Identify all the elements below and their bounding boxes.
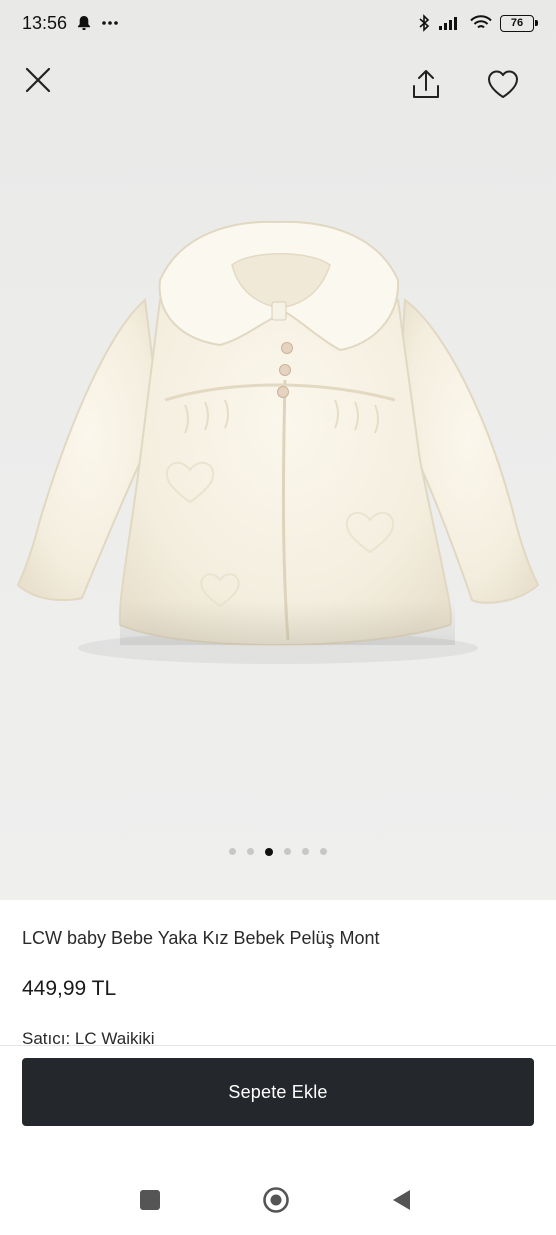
pagination-dot[interactable]	[284, 848, 291, 855]
home-icon[interactable]	[262, 1186, 290, 1214]
status-bar: 13:56 76	[0, 0, 556, 46]
close-icon	[25, 67, 51, 93]
share-button[interactable]	[404, 62, 448, 106]
product-image	[16, 220, 540, 664]
pagination-dot[interactable]	[320, 848, 327, 855]
product-price: 449,99 TL	[22, 977, 117, 1000]
pagination-dot[interactable]	[302, 848, 309, 855]
pagination-dot-active[interactable]	[265, 847, 273, 856]
gallery-pagination[interactable]	[0, 847, 556, 856]
pagination-dot[interactable]	[247, 848, 254, 855]
seller-row[interactable]: Satıcı: LC Waikiki	[22, 1029, 155, 1049]
battery-icon: 76	[500, 14, 538, 32]
heart-icon	[488, 70, 518, 98]
divider	[0, 1045, 556, 1046]
back-icon[interactable]	[390, 1188, 414, 1212]
signal-icon	[439, 17, 457, 30]
clock: 13:56	[22, 12, 68, 33]
add-to-cart-label: Sepete Ekle	[228, 1081, 328, 1102]
wifi-icon	[470, 15, 492, 29]
product-title: LCW baby Bebe Yaka Kız Bebek Pelüş Mont	[22, 928, 380, 948]
notification-bell-icon	[78, 16, 91, 30]
product-gallery[interactable]: 13:56 76	[0, 0, 556, 900]
add-to-cart-button[interactable]: Sepete Ekle	[22, 1058, 534, 1126]
recent-apps-icon[interactable]	[140, 1190, 160, 1210]
battery-level: 76	[510, 17, 524, 29]
more-dots-icon	[102, 21, 118, 25]
bluetooth-icon	[419, 14, 430, 32]
system-nav-bar	[0, 1160, 556, 1235]
share-icon	[413, 70, 439, 98]
favorite-button[interactable]	[481, 62, 525, 106]
pagination-dot[interactable]	[229, 848, 236, 855]
close-button[interactable]	[18, 60, 58, 100]
